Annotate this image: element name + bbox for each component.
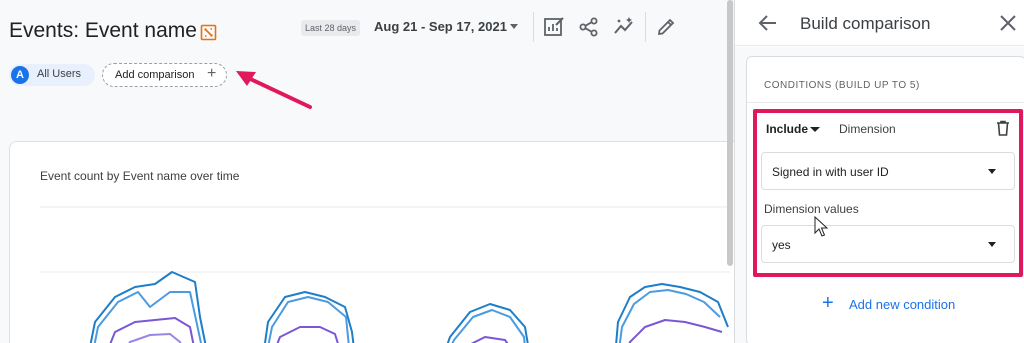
series-line: [263, 291, 355, 343]
series-line: [89, 271, 207, 343]
series-line: [628, 319, 723, 343]
date-preset-badge: Last 28 days: [301, 20, 361, 36]
add-comparison-label: Add comparison: [115, 69, 195, 81]
plus-icon: +: [822, 292, 834, 314]
report-main: Events: Event name Last 28 days Aug 21 -…: [0, 0, 749, 343]
insights-icon[interactable]: [613, 16, 635, 38]
comparison-chip-all-users[interactable]: A All Users: [9, 64, 95, 86]
chart-card: Event count by Event name over time: [9, 141, 749, 343]
series-line: [276, 326, 339, 343]
plus-icon: +: [207, 65, 217, 82]
series-line: [470, 336, 509, 343]
avatar: A: [11, 66, 29, 84]
conditions-heading: CONDITIONS (BUILD UP TO 5): [764, 80, 920, 91]
export-icon[interactable]: [200, 24, 217, 41]
chip-label: All Users: [37, 68, 82, 80]
scrollbar[interactable]: [727, 0, 733, 266]
edit-icon[interactable]: [655, 16, 677, 38]
annotation-arrow: [236, 71, 312, 109]
back-arrow-icon[interactable]: [757, 12, 779, 34]
toolbar-divider: [533, 12, 534, 42]
dropdown-caret-icon[interactable]: [510, 24, 518, 29]
panel-header: Build comparison: [735, 0, 1024, 46]
highlight-box: [753, 109, 1023, 277]
panel-title: Build comparison: [800, 14, 931, 33]
close-icon[interactable]: [998, 13, 1018, 33]
chart-plot: [40, 206, 730, 343]
ga-report-screen: Events: Event name Last 28 days Aug 21 -…: [0, 0, 1024, 343]
add-comparison-button[interactable]: Add comparison +: [102, 63, 227, 87]
share-icon[interactable]: [578, 16, 600, 38]
date-range-picker[interactable]: Aug 21 - Sep 17, 2021: [374, 19, 507, 34]
series-line: [109, 317, 195, 343]
divider: [747, 102, 1024, 103]
toolbar-divider: [645, 12, 646, 42]
series-line: [618, 289, 721, 343]
customize-icon[interactable]: [543, 16, 565, 38]
series-line: [615, 283, 729, 343]
series-line: [128, 333, 182, 343]
page-title: Events: Event name: [9, 19, 197, 42]
add-new-condition-label: Add new condition: [849, 297, 956, 312]
